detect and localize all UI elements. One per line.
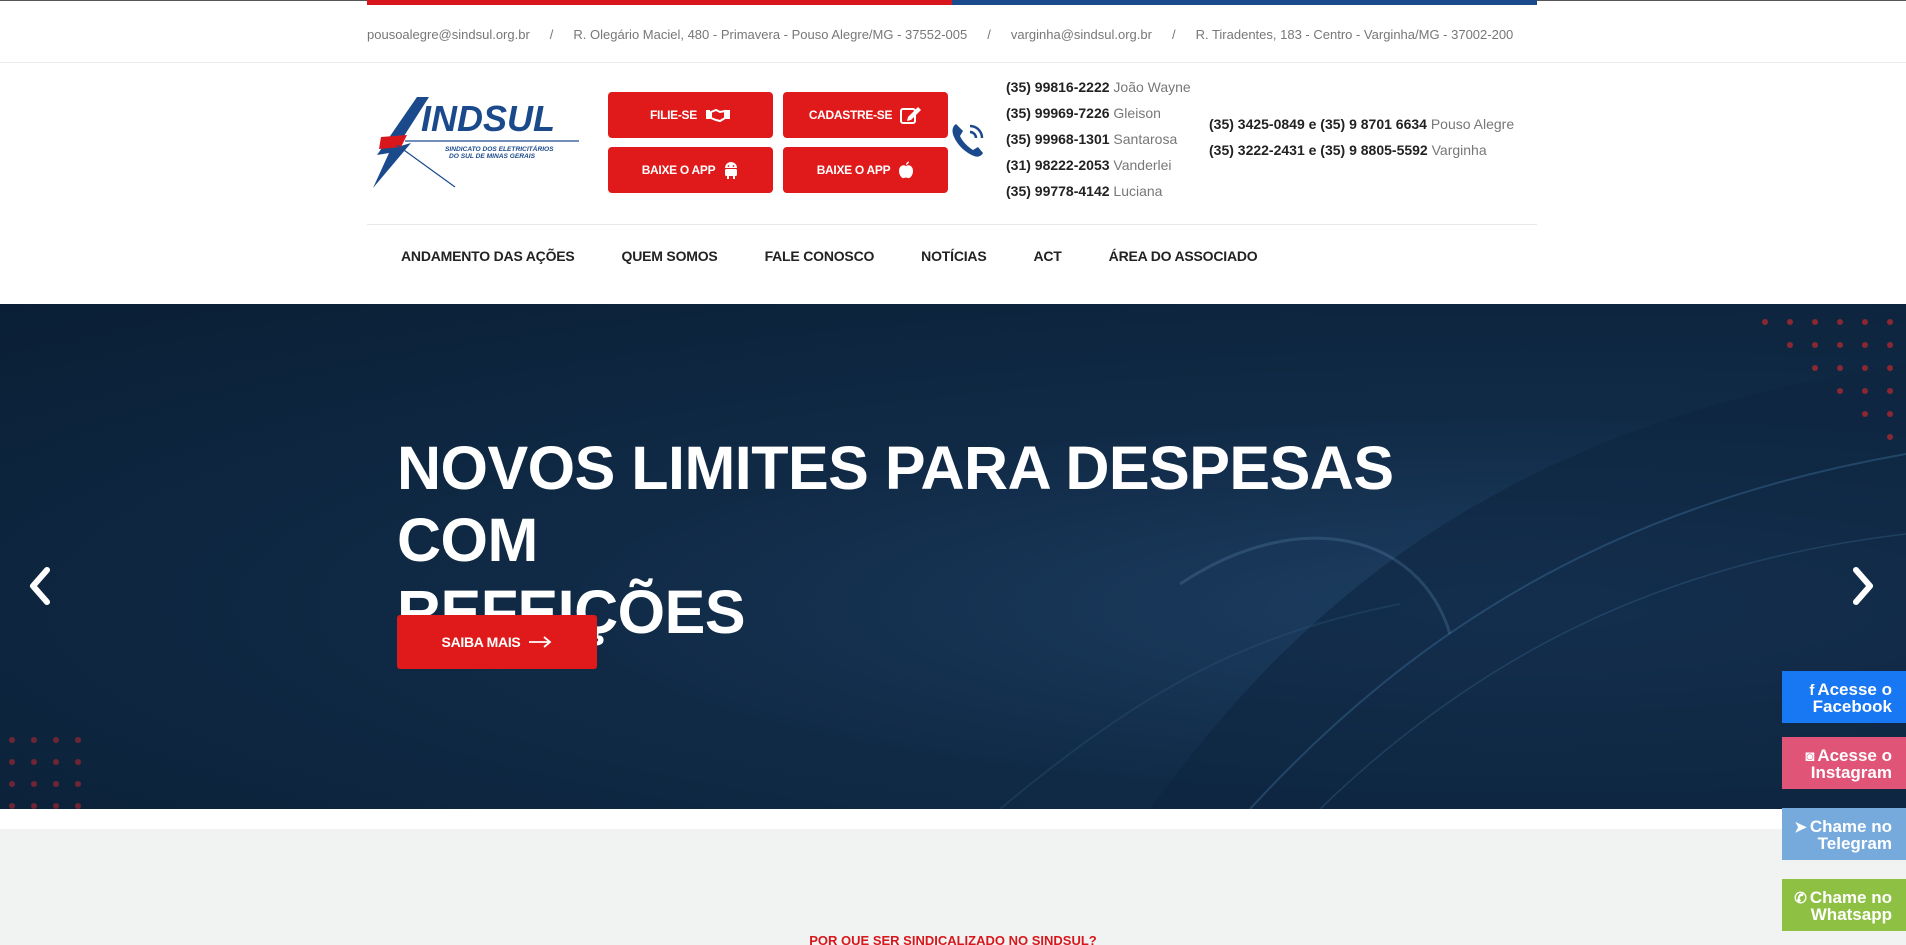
saiba-mais-label: SAIBA MAIS [441,634,521,650]
contact-item: (35) 99969-7226 Gleison [1006,100,1191,126]
address-pouso-alegre: R. Olegário Maciel, 480 - Primavera - Po… [573,26,968,42]
office-city: Varginha [1431,142,1487,158]
contact-item: (35) 99816-2222 João Wayne [1006,74,1191,100]
address-varginha: R. Tiradentes, 183 - Centro - Varginha/M… [1195,26,1514,42]
contact-number[interactable]: (31) 98222-2053 [1006,157,1110,173]
instagram-line-2: Instagram [1810,763,1892,782]
office-phones: (35) 3425-0849 e (35) 9 8701 6634 Pouso … [1209,111,1514,163]
dot-pattern-bottom-left [9,737,81,809]
contact-number[interactable]: (35) 99778-4142 [1006,183,1110,199]
nav-item-area-associado[interactable]: ÁREA DO ASSOCIADO [1109,248,1258,264]
contact-name: Gleison [1113,105,1161,121]
main-nav: ANDAMENTO DAS AÇÕES QUEM SOMOS FALE CONO… [401,248,1258,264]
logo-wordmark: INDSUL [421,98,555,139]
cadastre-se-button[interactable]: CADASTRE-SE [783,92,948,138]
office-item: (35) 3222-2431 e (35) 9 8805-5592 Vargin… [1209,137,1514,163]
nav-item-quem-somos[interactable]: QUEM SOMOS [622,248,718,264]
contact-item: (35) 99968-1301 Santarosa [1006,126,1191,152]
saiba-mais-button[interactable]: SAIBA MAIS [397,615,597,669]
contact-item: (31) 98222-2053 Vanderlei [1006,152,1191,178]
contact-number[interactable]: (35) 99816-2222 [1006,79,1110,95]
apple-icon [899,161,914,179]
office-numbers[interactable]: (35) 3425-0849 e (35) 9 8701 6634 [1209,116,1427,132]
logo-tagline-1: SINDICATO DOS ELETRICITÁRIOS [445,144,554,153]
nav-item-andamento[interactable]: ANDAMENTO DAS AÇÕES [401,248,575,264]
info-separator: / [549,26,554,42]
office-numbers[interactable]: (35) 3222-2431 e (35) 9 8805-5592 [1209,142,1428,158]
nav-item-fale-conosco[interactable]: FALE CONOSCO [765,248,875,264]
facebook-line-2: Facebook [1812,697,1892,716]
nav-item-act[interactable]: ACT [1033,248,1061,264]
download-android-app-button[interactable]: BAIXE O APP [608,147,773,193]
handshake-icon [705,108,730,123]
instagram-button[interactable]: ◙ Acesse o Instagram [1782,737,1906,789]
contact-number[interactable]: (35) 99969-7226 [1006,105,1110,121]
android-app-label: BAIXE O APP [641,163,716,177]
contact-name: Vanderlei [1113,157,1172,173]
telegram-button[interactable]: ➤ Chame no Telegram [1782,808,1906,860]
arrow-right-icon [529,636,552,648]
info-separator: / [1171,26,1176,42]
info-bar: pousoalegre@sindsul.org.br / R. Olegário… [367,24,1513,44]
office-item: (35) 3425-0849 e (35) 9 8701 6634 Pouso … [1209,111,1514,137]
contact-name: Luciana [1113,183,1163,199]
whatsapp-button[interactable]: ✆ Chame no Whatsapp [1782,879,1906,931]
why-join-title: POR QUE SER SINDICALIZADO NO SINDSUL? [809,933,1097,945]
contact-item: (35) 99778-4142 Luciana [1006,178,1191,204]
cadastre-se-label: CADASTRE-SE [808,108,893,122]
slider-next-arrow-icon[interactable] [1848,566,1878,606]
info-divider [0,62,1906,63]
contact-name: Santarosa [1113,131,1178,147]
brand-stripe-blue [952,0,1537,5]
why-join-section: POR QUE SER SINDICALIZADO NO SINDSUL? [0,829,1906,945]
contact-list: (35) 99816-2222 João Wayne (35) 99969-72… [1006,74,1191,204]
contact-name: João Wayne [1113,79,1191,95]
facebook-button[interactable]: f Acesse o Facebook [1782,671,1906,723]
brand-stripe-red [367,0,952,5]
ios-app-label: BAIXE O APP [816,163,891,177]
hero-slider: NOVOS LIMITES PARA DESPESAS COM REFEIÇÕE… [0,304,1906,809]
nav-divider [367,224,1537,225]
contact-number[interactable]: (35) 99968-1301 [1006,131,1110,147]
slider-prev-arrow-icon[interactable] [25,566,55,606]
info-separator: / [987,26,991,42]
whatsapp-line-2: Whatsapp [1810,905,1892,924]
download-ios-app-button[interactable]: BAIXE O APP [783,147,948,193]
telegram-line-2: Telegram [1817,834,1892,853]
sindsul-logo[interactable]: INDSUL SINDICATO DOS ELETRICITÁRIOS DO S… [367,95,582,190]
android-icon [725,162,738,179]
whatsapp-icon: ✆ [1794,890,1807,907]
phone-icon [952,124,984,157]
hero-title-line-1: NOVOS LIMITES PARA DESPESAS COM [397,434,1394,574]
edit-icon [900,107,922,124]
email-pouso-alegre[interactable]: pousoalegre@sindsul.org.br [367,27,530,42]
filie-se-label: FILIE-SE [650,108,697,122]
telegram-icon: ➤ [1794,819,1807,836]
nav-item-noticias[interactable]: NOTÍCIAS [921,248,986,264]
email-varginha[interactable]: varginha@sindsul.org.br [1011,27,1152,42]
logo-tagline-2: DO SUL DE MINAS GERAIS [449,153,536,160]
office-city: Pouso Alegre [1430,116,1515,132]
filie-se-button[interactable]: FILIE-SE [608,92,773,138]
